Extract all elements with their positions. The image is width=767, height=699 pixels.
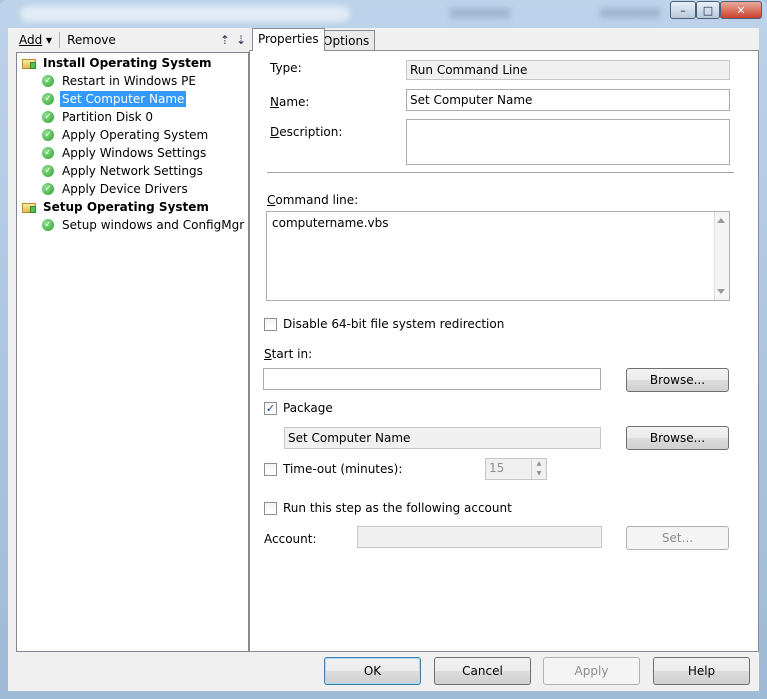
- start-in-label: Start in:: [264, 347, 313, 361]
- maximize-button[interactable]: □: [696, 1, 720, 19]
- ok-button[interactable]: OK: [324, 657, 421, 685]
- account-label: Account:: [264, 532, 317, 546]
- dialog-client-area: Add ▾ Remove ⇡ ⇣ Install Operating Syste…: [8, 28, 759, 691]
- timeout-checkbox[interactable]: [264, 463, 277, 476]
- tree-label: Install Operating System: [43, 56, 212, 70]
- move-up-icon[interactable]: ⇡: [217, 33, 233, 47]
- help-button[interactable]: Help: [653, 657, 750, 685]
- timeout-value: 15: [489, 461, 505, 475]
- command-line-scrollbar[interactable]: [714, 212, 729, 300]
- task-sequence-editor-window: – □ ✕ Add ▾ Remove ⇡ ⇣ Install Operating…: [0, 0, 767, 699]
- window-title-redacted: [20, 6, 350, 22]
- success-check-icon: ✓: [42, 129, 54, 141]
- tree-group-install-os[interactable]: Install Operating System: [22, 54, 213, 72]
- tree-label: Apply Network Settings: [62, 164, 203, 178]
- title-redacted-segment: [600, 8, 660, 18]
- tree-label: Setup Operating System: [43, 200, 209, 214]
- close-button[interactable]: ✕: [720, 1, 762, 19]
- success-check-icon: ✓: [42, 219, 54, 231]
- package-value: Set Computer Name: [284, 427, 601, 449]
- account-value: [357, 526, 602, 548]
- success-check-icon: ✓: [42, 165, 54, 177]
- tree-label: Set Computer Name: [60, 91, 187, 107]
- tree-label: Partition Disk 0: [62, 110, 154, 124]
- tab-options[interactable]: Options: [317, 30, 376, 50]
- description-input[interactable]: [406, 119, 730, 165]
- success-check-icon: ✓: [42, 147, 54, 159]
- add-menu-button[interactable]: Add ▾: [16, 33, 55, 47]
- type-value: Run Command Line: [406, 60, 730, 80]
- apply-button[interactable]: Apply: [543, 657, 640, 685]
- disable-64bit-label: Disable 64-bit file system redirection: [283, 317, 505, 331]
- tree-step-partition-disk[interactable]: ✓ Partition Disk 0: [42, 108, 155, 126]
- add-label: Add: [19, 33, 43, 47]
- group-folder-icon: [22, 57, 36, 69]
- description-label: Description:: [270, 125, 343, 139]
- start-in-browse-button[interactable]: Browse...: [626, 368, 729, 392]
- spin-up-icon[interactable]: ▲: [531, 459, 546, 469]
- cancel-button[interactable]: Cancel: [434, 657, 531, 685]
- spin-down-icon[interactable]: ▼: [531, 469, 546, 479]
- remove-button[interactable]: Remove: [64, 33, 119, 47]
- tree-label: Restart in Windows PE: [62, 74, 196, 88]
- command-line-input[interactable]: computername.vbs: [266, 211, 730, 301]
- tree-label: Setup windows and ConfigMgr: [62, 218, 245, 232]
- tree-step-apply-device-drivers[interactable]: ✓ Apply Device Drivers: [42, 180, 190, 198]
- minimize-button[interactable]: –: [670, 1, 696, 19]
- success-check-icon: ✓: [42, 111, 54, 123]
- type-label: Type:: [270, 61, 302, 75]
- task-sequence-pane: Add ▾ Remove ⇡ ⇣ Install Operating Syste…: [16, 28, 249, 652]
- timeout-label: Time-out (minutes):: [283, 462, 403, 476]
- tree-group-setup-os[interactable]: Setup Operating System: [22, 198, 211, 216]
- account-set-button[interactable]: Set...: [626, 526, 729, 550]
- group-folder-icon: [22, 201, 36, 213]
- scroll-down-arrow-icon[interactable]: [717, 289, 725, 294]
- success-check-icon: ✓: [42, 183, 54, 195]
- name-input[interactable]: [406, 89, 730, 111]
- task-sequence-tree[interactable]: Install Operating System ✓ Restart in Wi…: [16, 52, 249, 652]
- tree-label: Apply Operating System: [62, 128, 209, 142]
- success-check-icon: ✓: [42, 93, 54, 105]
- separator: [267, 172, 734, 173]
- tree-step-setup-windows-configmgr[interactable]: ✓ Setup windows and ConfigMgr: [42, 216, 246, 234]
- start-in-input[interactable]: [263, 368, 601, 390]
- tree-label: Apply Device Drivers: [62, 182, 188, 196]
- tree-step-apply-os[interactable]: ✓ Apply Operating System: [42, 126, 210, 144]
- move-down-icon[interactable]: ⇣: [233, 33, 249, 47]
- disable-64bit-checkbox[interactable]: [264, 318, 277, 331]
- title-redacted-segment: [450, 8, 510, 18]
- tree-step-restart-winpe[interactable]: ✓ Restart in Windows PE: [42, 72, 198, 90]
- title-bar[interactable]: – □ ✕: [0, 0, 767, 28]
- scroll-up-arrow-icon[interactable]: [717, 218, 725, 223]
- properties-panel: Type: Run Command Line Name: Description…: [249, 50, 759, 652]
- timeout-spinner[interactable]: 15 ▲ ▼: [485, 458, 547, 480]
- step-properties-pane: Properties Options Type: Run Command Lin…: [249, 28, 759, 652]
- tree-step-apply-windows-settings[interactable]: ✓ Apply Windows Settings: [42, 144, 208, 162]
- package-browse-button[interactable]: Browse...: [626, 426, 729, 450]
- tab-properties[interactable]: Properties: [252, 28, 325, 51]
- run-as-account-checkbox[interactable]: [264, 502, 277, 515]
- success-check-icon: ✓: [42, 75, 54, 87]
- tree-step-apply-network-settings[interactable]: ✓ Apply Network Settings: [42, 162, 205, 180]
- name-label: Name:: [270, 95, 310, 109]
- tree-label: Apply Windows Settings: [62, 146, 207, 160]
- package-checkbox[interactable]: ✓: [264, 402, 277, 415]
- toolbar-separator: [59, 32, 61, 48]
- tree-step-set-computer-name[interactable]: ✓ Set Computer Name: [42, 90, 187, 108]
- command-line-label: Command line:: [267, 193, 359, 207]
- package-label: Package: [283, 401, 333, 415]
- run-as-account-label: Run this step as the following account: [283, 501, 512, 515]
- sequence-toolbar: Add ▾ Remove ⇡ ⇣: [16, 28, 249, 52]
- command-line-text: computername.vbs: [272, 216, 389, 230]
